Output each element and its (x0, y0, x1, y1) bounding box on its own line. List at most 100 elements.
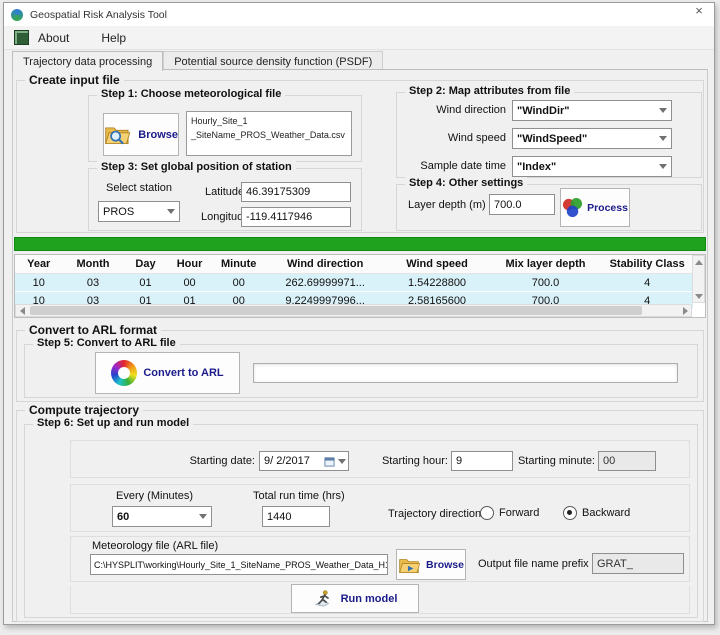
col-header: Year (15, 258, 62, 270)
starting-minute-input[interactable]: 00 (598, 451, 656, 471)
process-label: Process (587, 202, 628, 214)
wind-speed-value: "WindSpeed" (517, 133, 587, 145)
processing-progress-bar (14, 237, 706, 251)
starting-date-label: Starting date: (150, 455, 255, 467)
folder-search-icon (104, 123, 132, 146)
convert-to-arl-label: Convert to ARL (143, 367, 223, 379)
browse-met-file-button[interactable]: Browse (103, 113, 179, 156)
tab-trajectory-data-processing[interactable]: Trajectory data processing (12, 51, 163, 71)
every-minutes-value: 60 (117, 511, 129, 523)
layer-depth-input[interactable]: 700.0 (489, 194, 555, 215)
convert-arl-legend: Convert to ARL format (25, 323, 161, 337)
cell-wind-direction: 262.69999971... (266, 277, 385, 289)
chevron-down-icon (338, 459, 346, 464)
starting-hour-input[interactable]: 9 (451, 451, 513, 471)
convert-to-arl-button[interactable]: Convert to ARL (95, 352, 240, 394)
longitude-input[interactable]: -119.4117946 (241, 207, 351, 227)
every-minutes-select[interactable]: 60 (112, 506, 212, 527)
starting-hour-label: Starting hour: (370, 455, 448, 467)
station-select[interactable]: PROS (98, 201, 180, 222)
folder-open-icon (398, 556, 422, 574)
starting-date-picker[interactable]: 9/ 2/2017 (259, 451, 349, 471)
latitude-label: Latitude (205, 186, 244, 198)
cell-hour: 00 (168, 277, 212, 289)
every-minutes-label: Every (Minutes) (116, 490, 193, 502)
menu-bar: About Help (4, 26, 714, 50)
tab-strip: Trajectory data processing Potential sou… (12, 51, 383, 71)
horizontal-scrollbar[interactable] (15, 304, 692, 317)
forward-radio-label: Forward (499, 507, 539, 519)
convert-progress-bar (253, 363, 678, 383)
close-icon[interactable]: × (688, 3, 710, 20)
sample-date-time-select[interactable]: "Index" (512, 156, 672, 177)
scrollbar-thumb[interactable] (30, 306, 642, 315)
compute-trajectory-legend: Compute trajectory (25, 403, 143, 417)
chevron-down-icon (659, 108, 667, 113)
cell-day: 01 (123, 277, 167, 289)
title-bar: Geospatial Risk Analysis Tool (4, 3, 714, 26)
step2-legend: Step 2: Map attributes from file (405, 85, 574, 97)
wind-direction-label: Wind direction (404, 104, 506, 116)
forward-radio[interactable]: Forward (480, 506, 539, 520)
run-model-button[interactable]: Run model (291, 584, 419, 613)
arl-file-label: Meteorology file (ARL file) (92, 540, 218, 552)
vertical-scrollbar[interactable] (692, 255, 705, 303)
col-header: Day (123, 258, 167, 270)
browse-arl-file-button[interactable]: Browse (396, 549, 466, 580)
cell-wind-speed: 1.54228800 (384, 277, 489, 289)
col-header: Minute (212, 258, 266, 270)
window-title: Geospatial Risk Analysis Tool (30, 9, 167, 21)
sample-date-time-value: "Index" (517, 161, 556, 173)
scroll-right-icon[interactable] (683, 307, 688, 315)
radio-checked-icon (563, 506, 577, 520)
arl-file-input[interactable]: C:\HYSPLIT\working\Hourly_Site_1_SiteNam… (90, 554, 388, 575)
col-header: Month (62, 258, 123, 270)
trajectory-direction-label: Trajectory direction (388, 508, 481, 520)
output-prefix-input[interactable]: GRAT_ (592, 553, 684, 574)
col-header: Hour (168, 258, 212, 270)
run-model-label: Run model (341, 593, 398, 605)
step5-legend: Step 5: Convert to ARL file (33, 337, 180, 349)
menu-help[interactable]: Help (92, 28, 135, 48)
table-header-row: Year Month Day Hour Minute Wind directio… (15, 255, 693, 274)
wind-speed-select[interactable]: "WindSpeed" (512, 128, 672, 149)
wind-speed-label: Wind speed (404, 132, 506, 144)
color-wheel-icon (111, 360, 137, 386)
about-icon (14, 30, 29, 45)
calendar-icon (324, 456, 335, 467)
tab-psdf[interactable]: Potential source density function (PSDF) (163, 51, 383, 71)
cell-year: 10 (15, 277, 62, 289)
station-value: PROS (103, 206, 134, 218)
step4-legend: Step 4: Other settings (405, 177, 527, 189)
cell-month: 03 (62, 277, 123, 289)
app-icon (11, 9, 23, 21)
starting-date-value: 9/ 2/2017 (264, 455, 324, 467)
cell-mix-layer-depth: 700.0 (490, 277, 602, 289)
step6-legend: Step 6: Set up and run model (33, 417, 193, 429)
starting-minute-label: Starting minute: (505, 455, 595, 467)
radio-unchecked-icon (480, 506, 494, 520)
latitude-input[interactable]: 46.39175309 (241, 182, 351, 202)
scroll-up-icon[interactable] (695, 260, 703, 265)
runner-icon (313, 589, 333, 609)
cell-minute: 00 (212, 277, 266, 289)
scroll-down-icon[interactable] (695, 294, 703, 299)
scroll-left-icon[interactable] (20, 307, 25, 315)
process-button[interactable]: Process (560, 188, 630, 227)
backward-radio[interactable]: Backward (563, 506, 630, 520)
chevron-down-icon (167, 209, 175, 214)
step3-legend: Step 3: Set global position of station (97, 161, 296, 173)
select-station-label: Select station (106, 182, 172, 194)
chevron-down-icon (659, 136, 667, 141)
table-row[interactable]: 10 03 01 00 00 262.69999971... 1.5422880… (15, 274, 693, 292)
browse-met-file-label: Browse (138, 129, 178, 141)
wind-direction-select[interactable]: "WindDir" (512, 100, 672, 121)
backward-radio-label: Backward (582, 507, 630, 519)
rgb-circles-icon (562, 197, 583, 218)
col-header: Stability Class (601, 258, 693, 270)
menu-about[interactable]: About (29, 28, 78, 48)
sample-date-time-label: Sample date time (404, 160, 506, 172)
met-file-display: Hourly_Site_1 _SiteName_PROS_Weather_Dat… (186, 111, 352, 156)
create-input-file-legend: Create input file (25, 73, 124, 87)
total-run-time-input[interactable]: 1440 (262, 506, 330, 527)
